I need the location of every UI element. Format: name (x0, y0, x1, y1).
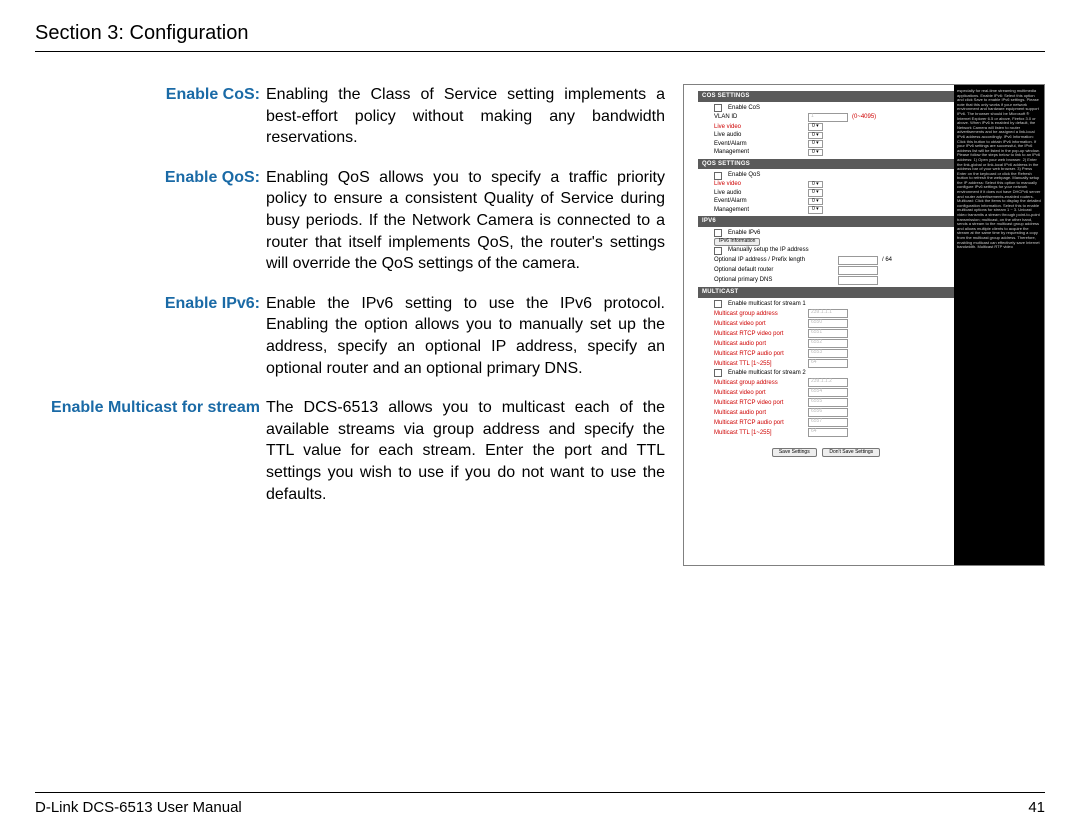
label-qos: Enable QoS: (35, 167, 266, 275)
checkbox-icon[interactable] (714, 229, 722, 237)
qos-row-label: Live video (714, 181, 804, 188)
label-ipv6: Enable IPv6: (35, 293, 266, 379)
definition-cos: Enable CoS: Enabling the Class of Servic… (35, 84, 665, 149)
mc-input[interactable]: 6552 (808, 339, 848, 348)
multicast-enable2: Enable multicast for stream 2 (728, 370, 806, 377)
qos-header: QOS SETTINGS (698, 159, 954, 170)
qos-select[interactable]: 0 ▾ (808, 181, 823, 189)
desc-ipv6: Enable the IPv6 setting to use the IPv6 … (266, 293, 665, 379)
ipv6-enable: Enable IPv6 (728, 230, 760, 237)
mc-input[interactable]: 239.1.1.1 (808, 309, 848, 318)
desc-qos: Enabling QoS allows you to specify a tra… (266, 167, 665, 275)
mc-input[interactable]: 64 (808, 359, 848, 368)
mc-row-label: Multicast group address (714, 311, 804, 318)
mc-row-label: Multicast video port (714, 321, 804, 328)
definition-multicast: Enable Multicast for stream The DCS-6513… (35, 397, 665, 505)
footer-left: D-Link DCS-6513 User Manual (35, 799, 242, 816)
cos-select[interactable]: 0 ▾ (808, 123, 823, 131)
cos-select[interactable]: 0 ▾ (808, 140, 823, 148)
mc-row-label: Multicast RTCP audio port (714, 351, 804, 358)
vlan-input[interactable]: 1 (808, 113, 848, 122)
mc-input[interactable]: 6554 (808, 388, 848, 397)
ipv6-optip-input[interactable] (838, 256, 878, 265)
mc-input[interactable]: 64 (808, 428, 848, 437)
qos-select[interactable]: 0 ▾ (808, 189, 823, 197)
cos-select[interactable]: 0 ▾ (808, 149, 823, 157)
ipv6-optip-label: Optional IP address / Prefix length (714, 257, 834, 264)
label-cos: Enable CoS: (35, 84, 266, 149)
save-button[interactable]: Save Settings (772, 448, 817, 458)
panel-main: COS SETTINGS Enable CoS VLAN ID 1 (0~4095)… (698, 85, 954, 565)
checkbox-icon[interactable] (714, 104, 722, 112)
checkbox-icon[interactable] (714, 247, 722, 255)
mc-input[interactable]: 6555 (808, 398, 848, 407)
checkbox-icon[interactable] (714, 369, 722, 377)
qos-enable: Enable QoS (728, 172, 760, 179)
cos-row-label: Management (714, 149, 804, 156)
mc-row-label: Multicast group address (714, 380, 804, 387)
vlan-hint: (0~4095) (852, 114, 876, 121)
cos-row-label: Live audio (714, 132, 804, 139)
qos-select[interactable]: 0 ▾ (808, 198, 823, 206)
qos-select[interactable]: 0 ▾ (808, 206, 823, 214)
mc-row-label: Multicast TTL [1~255] (714, 430, 804, 437)
cos-select[interactable]: 0 ▾ (808, 132, 823, 140)
definitions-column: Enable CoS: Enabling the Class of Servic… (35, 84, 665, 566)
vlan-label: VLAN ID (714, 114, 804, 121)
ipv6-dns-label: Optional primary DNS (714, 277, 834, 284)
definition-qos: Enable QoS: Enabling QoS allows you to s… (35, 167, 665, 275)
cos-row-label: Live video (714, 124, 804, 131)
panel-left-strip (684, 85, 698, 565)
qos-row-label: Live audio (714, 190, 804, 197)
checkbox-icon[interactable] (714, 300, 722, 308)
mc-row-label: Multicast RTCP audio port (714, 420, 804, 427)
mc-input[interactable]: 239.1.1.2 (808, 378, 848, 387)
desc-multicast: The DCS-6513 allows you to multicast eac… (266, 397, 665, 505)
footer: D-Link DCS-6513 User Manual 41 (35, 792, 1045, 816)
mc-input[interactable]: 6557 (808, 418, 848, 427)
mc-input[interactable]: 6550 (808, 319, 848, 328)
cos-row-label: Event/Alarm (714, 141, 804, 148)
ipv6-router-label: Optional default router (714, 267, 834, 274)
cos-header: COS SETTINGS (698, 91, 954, 102)
dont-save-button[interactable]: Don't Save Settings (822, 448, 880, 458)
cos-enable: Enable CoS (728, 105, 760, 112)
definition-ipv6: Enable IPv6: Enable the IPv6 setting to … (35, 293, 665, 379)
page-title: Section 3: Configuration (35, 22, 1045, 45)
mc-input[interactable]: 6556 (808, 408, 848, 417)
ipv6-router-input[interactable] (838, 266, 878, 275)
mc-row-label: Multicast audio port (714, 341, 804, 348)
mc-row-label: Multicast TTL [1~255] (714, 361, 804, 368)
mc-input[interactable]: 6553 (808, 349, 848, 358)
mc-row-label: Multicast audio port (714, 410, 804, 417)
qos-row-label: Event/Alarm (714, 198, 804, 205)
mc-row-label: Multicast RTCP video port (714, 331, 804, 338)
multicast-header: MULTICAST (698, 287, 954, 298)
mc-row-label: Multicast video port (714, 390, 804, 397)
qos-row-label: Management (714, 207, 804, 214)
ipv6-manual: Manually setup the IP address (728, 247, 809, 254)
multicast-enable1: Enable multicast for stream 1 (728, 301, 806, 308)
ipv6-dns-input[interactable] (838, 276, 878, 285)
mc-input[interactable]: 6551 (808, 329, 848, 338)
ipv6-prefix: / 64 (882, 257, 892, 264)
embedded-screenshot: COS SETTINGS Enable CoS VLAN ID 1 (0~4095)… (683, 84, 1045, 566)
content-area: Enable CoS: Enabling the Class of Servic… (35, 52, 1045, 566)
ipv6-header: IPV6 (698, 216, 954, 227)
label-multicast: Enable Multicast for stream (35, 397, 266, 505)
ipv6-info-button[interactable]: IPv6 Information (714, 238, 760, 246)
desc-cos: Enabling the Class of Service setting im… (266, 84, 665, 149)
mc-row-label: Multicast RTCP video port (714, 400, 804, 407)
checkbox-icon[interactable] (714, 172, 722, 180)
help-sidebar: especially for real-time streaming multi… (954, 85, 1044, 565)
footer-page-number: 41 (1028, 799, 1045, 816)
